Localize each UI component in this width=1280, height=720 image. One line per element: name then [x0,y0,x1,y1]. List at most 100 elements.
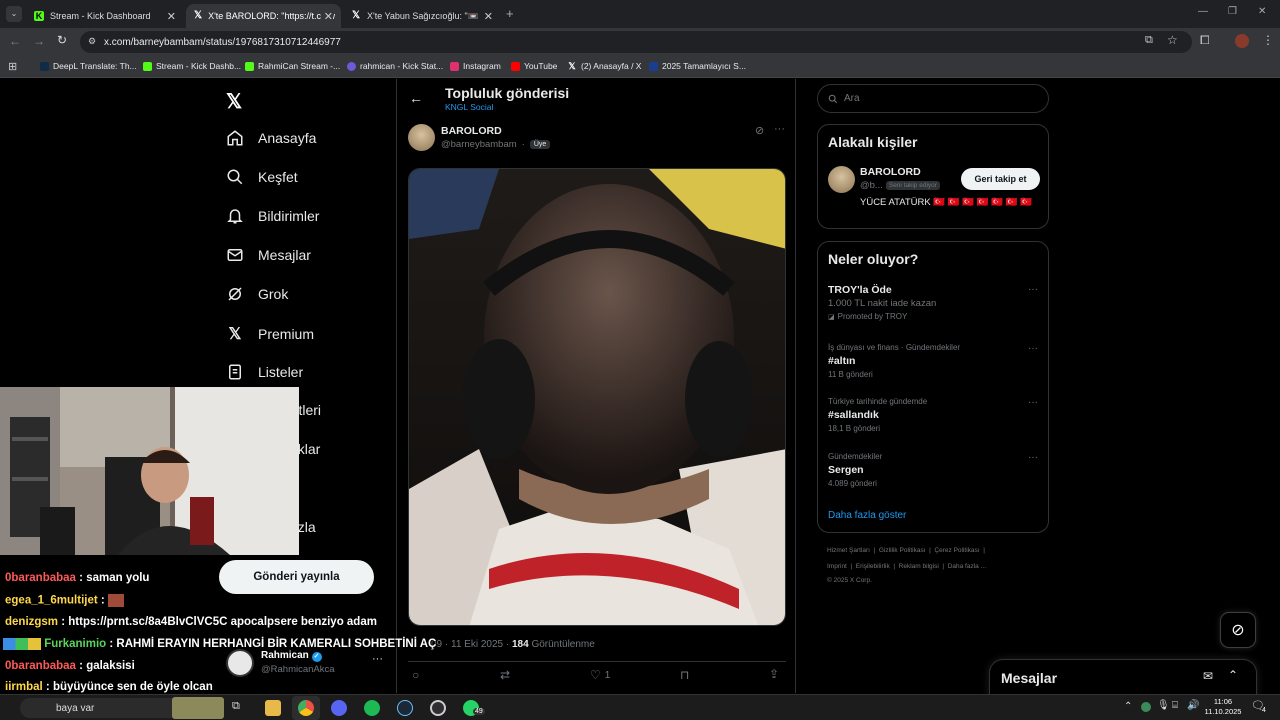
back-arrow-icon[interactable]: ← [409,90,423,106]
expand-icon[interactable]: ⌃ [1228,668,1238,682]
browser-menu-icon[interactable]: ⋮ [1262,33,1274,47]
tab-kick-dashboard[interactable]: K Stream - Kick Dashboard ✕ [26,4,184,28]
url-field[interactable]: ⚙ x.com/barneybambam/status/197681731071… [80,31,1192,53]
nav-lists[interactable]: Listeler [226,363,303,381]
tab-search-button[interactable]: ⌄ [6,6,22,22]
section-title: Alakalı kişiler [828,134,918,150]
back-arrow-icon[interactable]: ← [9,34,21,48]
network-icon[interactable]: ⌸ [1172,700,1178,711]
nav-home[interactable]: Anasayfa [226,129,316,147]
search-input[interactable]: Ara [817,84,1049,113]
more-dots-icon[interactable]: ··· [1028,343,1038,354]
close-icon[interactable]: ✕ [480,9,493,23]
microphone-icon[interactable]: 🎙 [1157,700,1170,711]
new-message-icon[interactable]: ✉ [1203,669,1213,683]
restore-button[interactable]: ❐ [1228,6,1237,17]
bookmark-rahmican-stream[interactable]: RahmiCan Stream -... [245,61,340,71]
related-person-handle[interactable]: @b... [860,180,883,191]
obs-icon[interactable] [430,700,446,716]
more-dots-icon[interactable]: ··· [1028,397,1038,408]
tab-yabun-post[interactable]: 𝕏 X'te Yabun Sağızcıoğlu: "📼 Ki ✕ [343,4,501,28]
extensions-icon[interactable]: ⧠ [1200,33,1210,48]
discord-icon[interactable] [331,700,347,716]
footer-link[interactable]: Çerez Politikası [934,547,979,554]
volume-icon[interactable]: 🔊 [1187,700,1199,711]
bookmark-x-home[interactable]: 𝕏 (2) Anasayfa / X [567,61,641,71]
bookmark-youtube[interactable]: YouTube [511,61,557,71]
nav-explore[interactable]: Keşfet [226,168,298,186]
like-button[interactable]: ♡ 1 [590,668,610,682]
post-button[interactable]: Gönderi yayınla [219,560,374,594]
new-tab-button[interactable]: + [506,6,514,21]
bookmark-tamamlayici[interactable]: 2025 Tamamlayıcı S... [649,61,746,71]
more-dots-icon[interactable]: ··· [1028,284,1038,295]
chat-message: iirmbal : büyüyünce sen de öyle olcan [5,681,213,693]
more-dots-icon[interactable]: ··· [774,123,785,135]
repost-icon[interactable]: ⇄ [500,668,510,682]
window-close-button[interactable]: ✕ [1258,6,1266,17]
kick-icon: K [34,11,44,21]
minimize-button[interactable]: — [1198,6,1208,17]
reply-icon[interactable]: ○ [412,668,419,682]
clock[interactable]: 11:06 11.10.2025 [1204,697,1242,717]
tab-barolord-post[interactable]: 𝕏 X'te BAROLORD: "https://t.co/w ✕ [186,4,341,28]
grok-floating-button[interactable]: ⊘ [1220,612,1256,648]
bookmark-instagram[interactable]: Instagram [450,61,501,71]
nav-messages[interactable]: Mesajlar [226,246,311,264]
chat-message: egea_1_6multijet : [5,594,124,607]
list-icon [229,364,241,380]
footer-link[interactable]: Hizmet Şartları [827,547,870,554]
site-info-icon[interactable]: ⚙ [88,36,96,47]
nav-grok[interactable]: Grok [226,285,288,303]
reload-icon[interactable]: ↻ [57,33,67,47]
more-dots-icon[interactable]: ··· [1028,452,1038,463]
bookmark-deepl[interactable]: DeepL Translate: Th... [40,61,137,71]
footer-link[interactable]: Gizlilik Politikası [879,547,926,554]
author-avatar[interactable] [408,124,435,151]
bookmark-kick-dashboard[interactable]: Stream - Kick Dashb... [143,61,241,71]
related-person-name[interactable]: BAROLORD [860,166,921,178]
address-bar-row: ← → ↻ ⚙ x.com/barneybambam/status/197681… [0,28,1280,56]
author-name[interactable]: BAROLORD [441,125,502,137]
forward-arrow-icon[interactable]: → [33,34,45,48]
tray-app-icon[interactable] [1141,702,1151,712]
show-more-link[interactable]: Daha fazla göster [828,510,906,521]
messages-drawer[interactable]: Mesajlar ✉ ⌃ [989,659,1257,699]
bookmark-kick-stats[interactable]: rahmican - Kick Stat... [347,61,443,71]
apps-grid-icon[interactable]: ⊞ [8,60,17,73]
trend-item[interactable]: Gündemdekiler Sergen 4.089 gönderi [828,452,1040,488]
close-icon[interactable]: ✕ [320,9,333,23]
footer-link[interactable]: Erişilebilirlik [856,563,890,570]
post-image[interactable] [408,168,786,626]
spotify-icon[interactable] [364,700,380,716]
community-link[interactable]: KNGL Social [445,102,493,112]
nav-premium[interactable]: 𝕏 Premium [226,324,314,344]
trend-item[interactable]: TROY'la Öde 1.000 TL nakit iade kazan ◪ … [828,284,1040,321]
footer-link[interactable]: Imprint [827,563,847,570]
follow-back-button[interactable]: Geri takip et [961,168,1040,190]
more-dots-icon[interactable]: ··· [372,653,383,665]
task-view-icon[interactable]: ⧉ [232,700,248,716]
grok-icon[interactable]: ⊘ [755,124,764,137]
taskbar-search-box[interactable]: baya var [20,697,224,719]
bookmark-star-icon[interactable]: ☆ [1167,33,1178,47]
account-switcher[interactable]: Rahmican ✓ @RahmicanAkca ··· [226,649,386,679]
avatar[interactable] [828,166,855,193]
author-handle[interactable]: @barneybambam [441,139,517,150]
share-icon[interactable]: ⇪ [769,667,779,681]
file-explorer-icon[interactable] [265,700,281,716]
footer-link[interactable]: Reklam bilgisi [899,563,939,570]
close-icon[interactable]: ✕ [167,10,176,23]
footer-link[interactable]: Daha fazla ... [948,563,986,570]
post-timestamp[interactable]: 09 · 11 Eki 2025 [431,639,503,650]
profile-avatar[interactable] [1235,34,1249,48]
steam-icon[interactable] [397,700,413,716]
x-logo-icon[interactable]: 𝕏 [226,89,242,114]
nav-notifications[interactable]: Bildirimler [226,207,319,225]
bookmark-icon[interactable]: ⊓ [680,668,689,682]
trend-item[interactable]: Türkiye tarihinde gündemde #sallandık 18… [828,397,1040,433]
tray-expand-icon[interactable]: ⌃ [1124,701,1132,712]
cast-icon[interactable]: ⧉ [1145,34,1153,47]
post-detail-column: ← Topluluk gönderisi KNGL Social BAROLOR… [396,79,796,693]
trend-item[interactable]: İş dünyası ve finans · Gündemdekiler #al… [828,343,1040,379]
